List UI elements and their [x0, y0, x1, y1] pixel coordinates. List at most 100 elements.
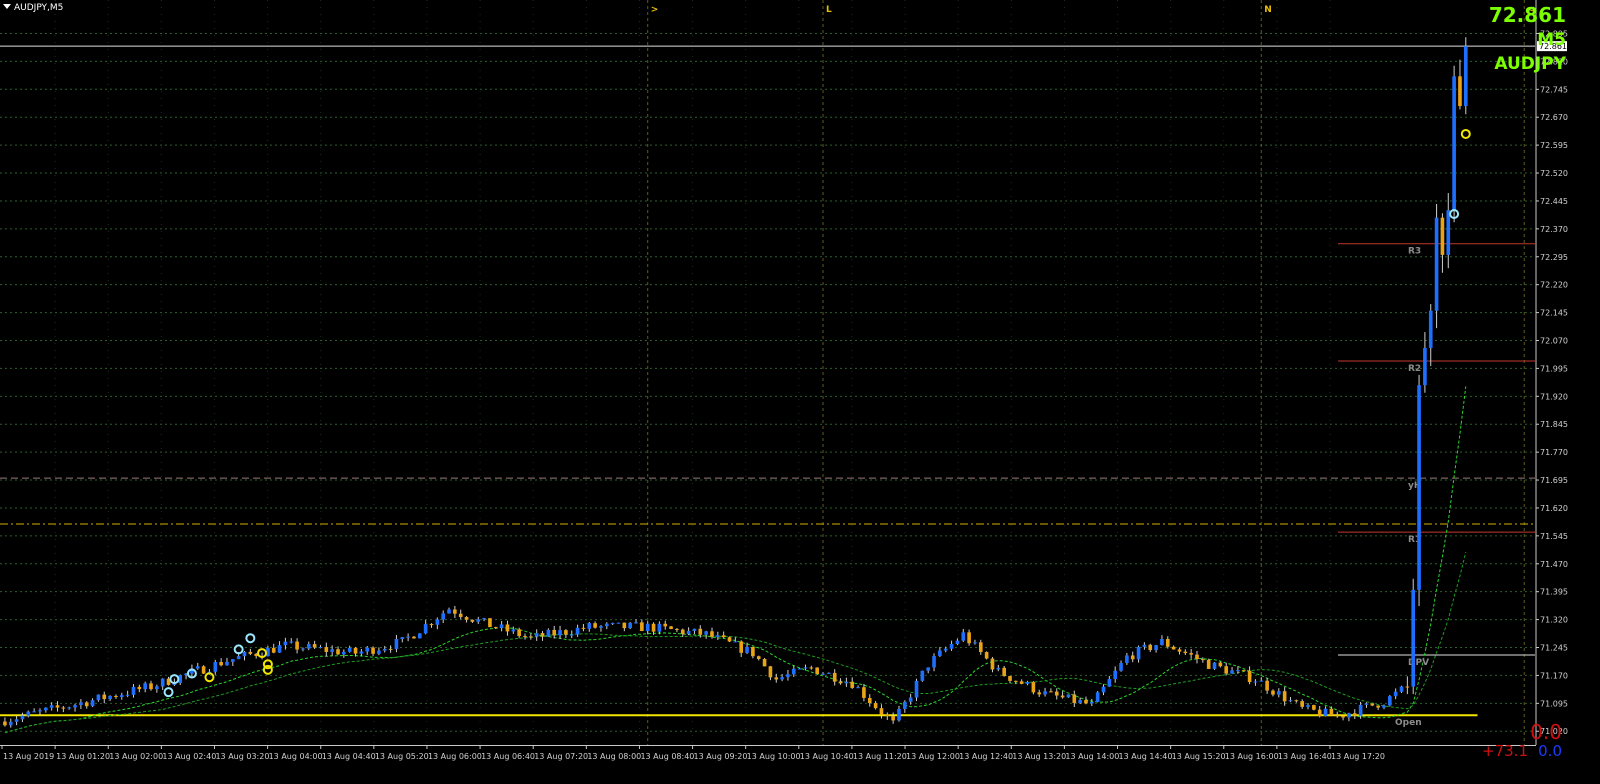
pnl-value-top: 0.0 [1530, 720, 1562, 744]
bull-candle [704, 631, 708, 635]
bull-candle [1160, 638, 1164, 646]
bull-candle [1230, 670, 1234, 674]
bear-candle [739, 641, 744, 653]
bull-candle [1417, 385, 1421, 590]
bull-candle [400, 637, 405, 639]
bull-candle [1125, 655, 1129, 663]
time-tick-label: 13 Aug 14:00 [1065, 752, 1119, 761]
bull-candle [569, 634, 574, 636]
bull-candle [301, 648, 305, 650]
time-tick-label: 13 Aug 2019 [3, 752, 54, 761]
bear-candle [1376, 705, 1380, 708]
time-tick-label: 13 Aug 01:20 [56, 752, 110, 761]
price-tick-label: 72.220 [1540, 281, 1568, 290]
bull-candle [289, 641, 294, 643]
bull-candle [955, 640, 960, 645]
bear-candle [271, 647, 276, 653]
bear-candle [61, 707, 66, 709]
bull-candle [786, 674, 790, 678]
dropdown-triangle-icon[interactable] [3, 4, 11, 9]
bear-candle [1282, 691, 1287, 702]
bear-candle [1352, 713, 1357, 716]
bear-candle [873, 703, 878, 709]
bull-candle [125, 694, 130, 696]
bear-candle [1060, 695, 1065, 698]
time-tick-label: 13 Aug 09:20 [694, 752, 748, 761]
bull-candle [73, 705, 77, 708]
bear-candle [453, 609, 457, 614]
bear-candle [984, 652, 989, 659]
session-lines: > L N < [647, 0, 1535, 745]
bear-candle [885, 714, 890, 717]
bear-candle [990, 658, 995, 670]
bear-candle [540, 633, 545, 637]
bull-candle [780, 677, 784, 680]
bull-candle [1423, 347, 1427, 386]
symbol-timeframe-label[interactable]: AUDJPY,M5 [3, 3, 63, 13]
bear-candle [1084, 700, 1088, 704]
price-tick-label: 71.545 [1540, 532, 1568, 541]
bull-candle [1393, 691, 1398, 697]
bull-candle [575, 627, 580, 635]
bear-candle [1049, 691, 1053, 693]
bear-candle [1458, 76, 1462, 107]
bull-candle [599, 626, 603, 628]
bull-candle [435, 619, 440, 625]
bear-candle [312, 644, 317, 648]
bull-candle [482, 618, 486, 620]
bull-candle [926, 667, 931, 671]
bull-candle [236, 656, 241, 660]
bear-candle [1218, 662, 1223, 667]
bull-candle [616, 622, 621, 624]
bear-candle [1341, 715, 1345, 718]
price-tick-label: 71.470 [1540, 560, 1568, 569]
bull-candle [844, 681, 849, 684]
price-tick-label: 71.695 [1540, 476, 1568, 485]
bull-candle [908, 697, 913, 702]
bear-candle [1189, 653, 1193, 655]
session-marker-label: > [651, 5, 659, 15]
price-chart[interactable]: > L N < R3R2yHR1DPVOpen 72.89572.82072.7457… [0, 0, 1600, 780]
bull-candle [96, 694, 101, 701]
bull-candle [1434, 217, 1439, 311]
bull-candle [657, 623, 662, 632]
bull-candle [1101, 686, 1106, 693]
bull-candle [645, 623, 650, 632]
bull-candle [856, 687, 860, 689]
bull-candle [1066, 694, 1071, 698]
chart-area[interactable]: > L N < R3 R2 yH R1 DPV Open 72.895 72.820 72.745 7… [0, 0, 1600, 780]
bear-candle [891, 716, 895, 721]
candles [3, 37, 1468, 728]
session-marker-label: N [1264, 5, 1272, 15]
sell-signal-marker [1460, 128, 1471, 139]
bear-candle [564, 630, 568, 635]
bull-candle [160, 678, 165, 687]
bull-candle [1253, 681, 1258, 683]
bull-candle [610, 623, 615, 625]
bull-candle [686, 630, 691, 635]
bear-candle [751, 646, 755, 657]
session-marker-label: L [826, 5, 832, 15]
bull-candle [511, 629, 516, 632]
bear-candle [523, 636, 527, 638]
pivot-level-label: Open [1395, 718, 1422, 728]
bull-candle [745, 646, 749, 653]
bull-candle [119, 695, 124, 698]
bear-candle [675, 628, 679, 630]
bull-candle [791, 668, 796, 675]
bear-candle [295, 641, 299, 650]
bull-candle [318, 647, 323, 649]
price-axis: 72.89572.82072.74572.67072.59572.52072.4… [0, 0, 1568, 746]
bull-candle [949, 644, 954, 649]
bull-candle [347, 647, 352, 652]
bear-candle [815, 667, 819, 675]
bear-candle [640, 622, 644, 632]
bull-candle [1446, 210, 1451, 255]
price-tick-label: 72.520 [1540, 169, 1568, 178]
bear-candle [201, 666, 206, 674]
bull-candle [897, 708, 901, 721]
bear-candle [429, 624, 434, 626]
bull-candle [20, 715, 25, 720]
price-tick-label: 71.395 [1540, 588, 1568, 597]
bear-candle [470, 619, 475, 622]
